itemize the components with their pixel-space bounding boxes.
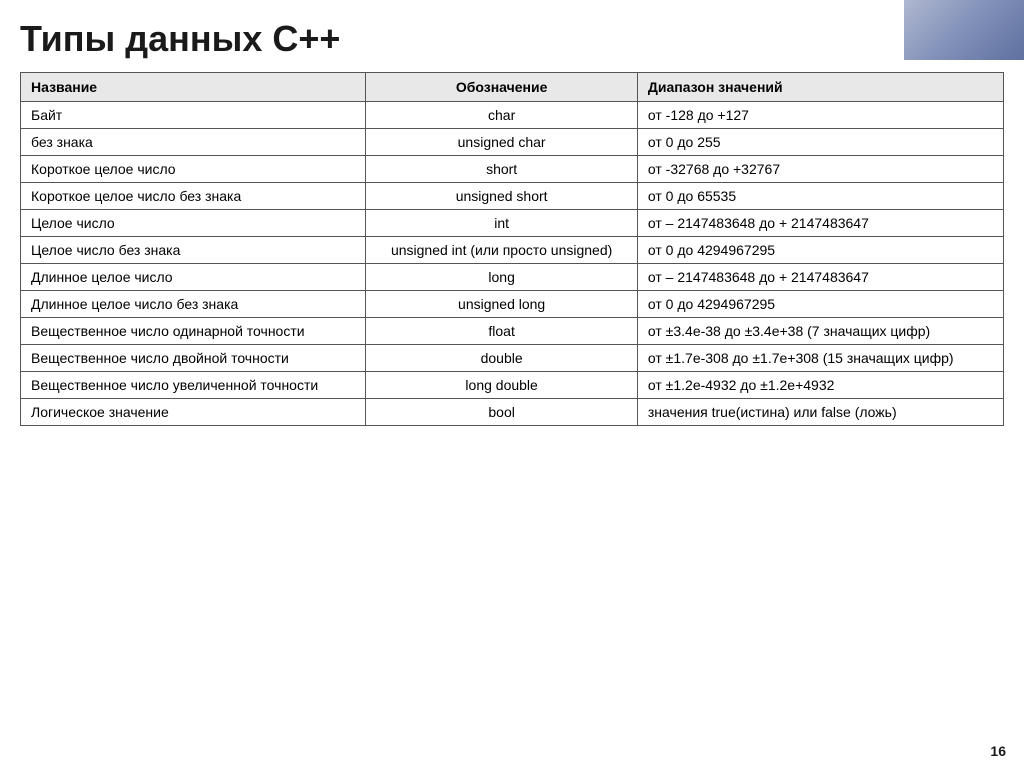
- table-row: Вещественное число одинарной точностиflo…: [21, 318, 1004, 345]
- cell-name: Вещественное число одинарной точности: [21, 318, 366, 345]
- data-types-table: Название Обозначение Диапазон значений Б…: [20, 72, 1004, 426]
- col-header-range: Диапазон значений: [637, 73, 1003, 102]
- cell-range: от ±1.7е-308 до ±1.7е+308 (15 значащих ц…: [637, 345, 1003, 372]
- cell-designation: unsigned int (или просто unsigned): [366, 237, 638, 264]
- cell-name: Вещественное число двойной точности: [21, 345, 366, 372]
- cell-designation: char: [366, 102, 638, 129]
- cell-designation: unsigned long: [366, 291, 638, 318]
- table-row: Логическое значениеboolзначения true(ист…: [21, 399, 1004, 426]
- cell-name: Длинное целое число: [21, 264, 366, 291]
- cell-name: Вещественное число увеличенной точности: [21, 372, 366, 399]
- cell-range: от – 2147483648 до + 2147483647: [637, 264, 1003, 291]
- cell-designation: unsigned char: [366, 129, 638, 156]
- cell-designation: bool: [366, 399, 638, 426]
- cell-name: Длинное целое число без знака: [21, 291, 366, 318]
- cell-range: от – 2147483648 до + 2147483647: [637, 210, 1003, 237]
- page-number: 16: [990, 743, 1006, 759]
- table-row: Длинное целое числоlongот – 2147483648 д…: [21, 264, 1004, 291]
- cell-designation: double: [366, 345, 638, 372]
- cell-designation: int: [366, 210, 638, 237]
- cell-designation: long double: [366, 372, 638, 399]
- header-decoration: [904, 0, 1024, 60]
- table-row: Целое числоintот – 2147483648 до + 21474…: [21, 210, 1004, 237]
- cell-name: Логическое значение: [21, 399, 366, 426]
- table-row: Длинное целое число без знакаunsigned lo…: [21, 291, 1004, 318]
- col-header-designation: Обозначение: [366, 73, 638, 102]
- cell-range: значения true(истина) или false (ложь): [637, 399, 1003, 426]
- cell-name: Короткое целое число: [21, 156, 366, 183]
- col-header-name: Название: [21, 73, 366, 102]
- cell-designation: long: [366, 264, 638, 291]
- cell-designation: float: [366, 318, 638, 345]
- table-row: без знакаunsigned charот 0 до 255: [21, 129, 1004, 156]
- cell-range: от 0 до 255: [637, 129, 1003, 156]
- table-container: Название Обозначение Диапазон значений Б…: [0, 72, 1024, 436]
- cell-designation: unsigned short: [366, 183, 638, 210]
- cell-name: Целое число: [21, 210, 366, 237]
- cell-range: от 0 до 65535: [637, 183, 1003, 210]
- table-header-row: Название Обозначение Диапазон значений: [21, 73, 1004, 102]
- table-row: Вещественное число двойной точностиdoubl…: [21, 345, 1004, 372]
- cell-range: от -32768 до +32767: [637, 156, 1003, 183]
- cell-name: без знака: [21, 129, 366, 156]
- cell-designation: short: [366, 156, 638, 183]
- table-row: Байтcharот -128 до +127: [21, 102, 1004, 129]
- table-row: Вещественное число увеличенной точностиl…: [21, 372, 1004, 399]
- cell-range: от -128 до +127: [637, 102, 1003, 129]
- cell-name: Байт: [21, 102, 366, 129]
- cell-range: от ±3.4е-38 до ±3.4е+38 (7 значащих цифр…: [637, 318, 1003, 345]
- table-row: Короткое целое числоshortот -32768 до +3…: [21, 156, 1004, 183]
- cell-range: от 0 до 4294967295: [637, 237, 1003, 264]
- cell-range: от 0 до 4294967295: [637, 291, 1003, 318]
- page-title: Типы данных С++: [0, 0, 1024, 72]
- cell-range: от ±1.2е-4932 до ±1.2е+4932: [637, 372, 1003, 399]
- table-row: Короткое целое число без знакаunsigned s…: [21, 183, 1004, 210]
- cell-name: Целое число без знака: [21, 237, 366, 264]
- cell-name: Короткое целое число без знака: [21, 183, 366, 210]
- table-row: Целое число без знакаunsigned int (или п…: [21, 237, 1004, 264]
